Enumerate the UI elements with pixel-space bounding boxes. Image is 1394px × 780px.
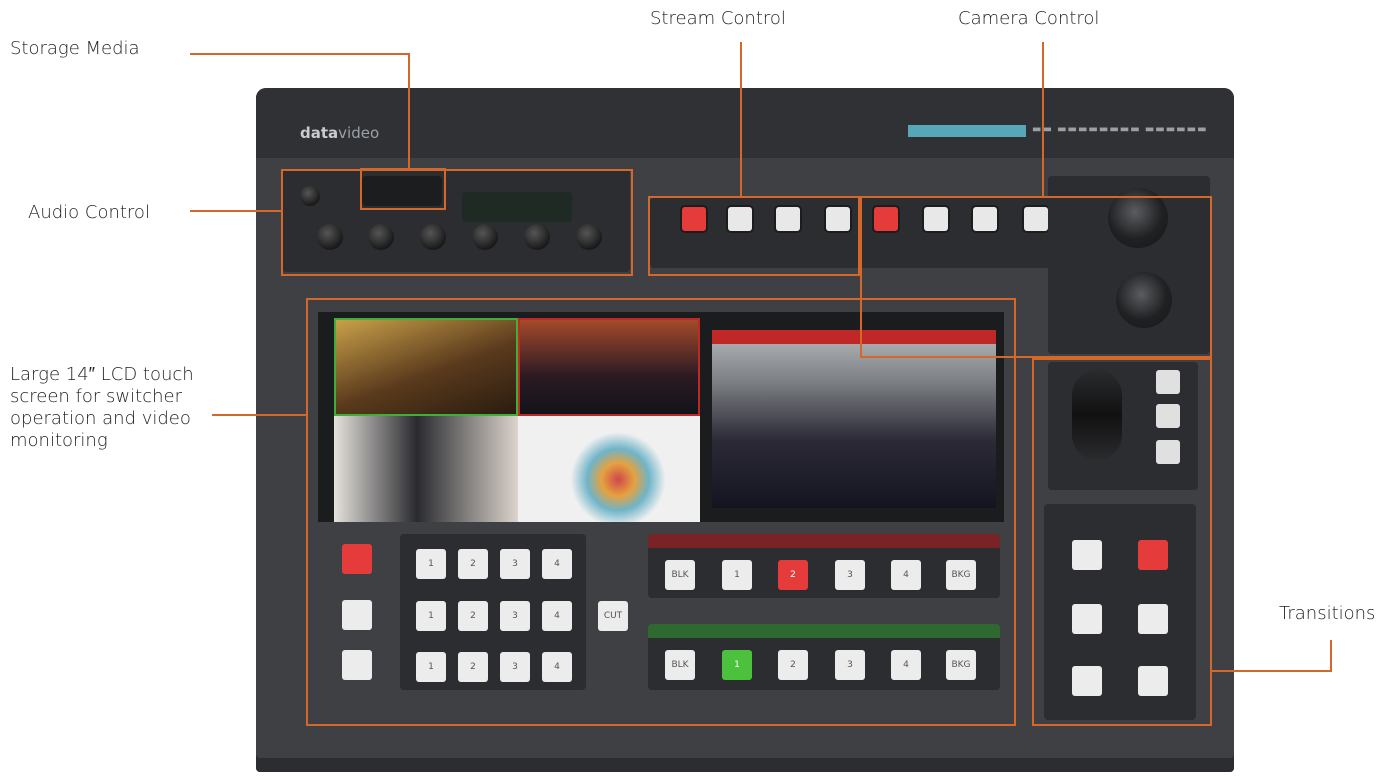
brand-logo: datavideo <box>300 124 379 142</box>
brand-logo-prefix: data <box>300 124 339 142</box>
stream-control-leader <box>740 42 742 198</box>
transitions-leader-h <box>1212 670 1332 672</box>
storage-media-box <box>360 168 446 210</box>
model-name: ▬▬ ▬▬▬▬▬▬▬▬ ▬▬▬▬▬▬ <box>1032 124 1208 135</box>
audio-control-label: Audio Control <box>28 202 150 223</box>
lcd-screen-leader <box>212 414 307 416</box>
camera-control-leader <box>1042 42 1044 198</box>
transitions-leader-v <box>1330 640 1332 672</box>
model-badge <box>908 125 1026 137</box>
stream-control-box <box>648 196 860 276</box>
device-top-bar <box>256 88 1234 158</box>
lcd-screen-label: Large 14″ LCD touch screen for switcher … <box>10 364 194 451</box>
storage-media-leader-h <box>190 53 410 55</box>
storage-media-leader-v <box>408 53 410 170</box>
audio-control-leader <box>190 210 282 212</box>
transitions-label: Transitions <box>1279 603 1376 624</box>
storage-media-label: Storage Media <box>10 38 140 59</box>
camera-control-label: Camera Control <box>958 8 1100 29</box>
transitions-box <box>1032 358 1212 726</box>
brand-logo-suffix: video <box>338 124 380 142</box>
stream-control-label: Stream Control <box>650 8 786 29</box>
audio-control-box <box>281 169 633 276</box>
lcd-screen-box <box>306 298 1016 726</box>
